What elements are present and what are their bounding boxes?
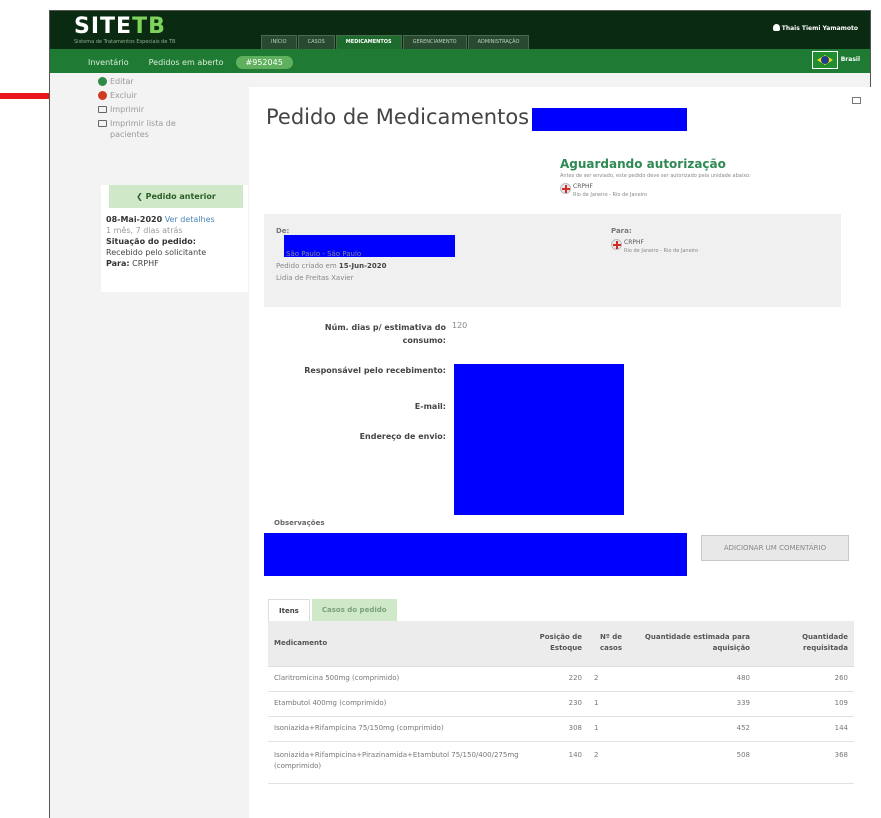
app-logo-subtitle: Sistema de Tratamentos Especiais de TB (74, 39, 176, 45)
order-actions: Editar Excluir Imprimir Imprimir lista d… (98, 76, 178, 143)
printer-icon (98, 106, 107, 113)
order-to-label: Para: (106, 259, 130, 268)
tab-casos-do-pedido[interactable]: Casos do pedido (311, 599, 397, 621)
requested-quantity: 109 (756, 691, 854, 717)
redacted-observations (264, 533, 687, 576)
requested-quantity: 144 (756, 716, 854, 742)
redacted-recipient-info (454, 364, 624, 515)
order-status-value: Recebido pelo solicitante (106, 248, 207, 257)
nav-tab-administracao[interactable]: Administração (467, 35, 530, 49)
column-header: Posição de Estoque (530, 621, 588, 667)
stock-position: 140 (530, 741, 588, 784)
previous-order-button[interactable]: ❮ Pedido anterior (109, 185, 243, 208)
sender-details: São Paulo - São Paulo Pedido criado em 1… (276, 248, 387, 284)
order-detail-panel: Pedido de Medicamentos # Aguardando auto… (249, 87, 879, 818)
previous-order-date: 08-Mai-2020 (106, 215, 163, 224)
view-details-link[interactable]: Ver detalhes (165, 215, 215, 224)
authorization-status: Aguardando autorização (560, 157, 726, 171)
requested-quantity: 368 (756, 741, 854, 784)
column-header: Quantidade requisitada (756, 621, 854, 667)
edit-action[interactable]: Editar (98, 76, 178, 87)
requested-quantity: 260 (756, 666, 854, 692)
delete-icon (98, 91, 107, 100)
address-label: Endereço de envio: (359, 432, 446, 441)
current-order-pill[interactable]: #952045 (235, 56, 293, 69)
column-header: Nº de casos (588, 621, 628, 667)
app-logo[interactable]: SITETB (74, 14, 166, 39)
from-to-panel: De: São Paulo - São Paulo Pedido criado … (264, 214, 841, 307)
sub-navbar: Inventário Pedidos em aberto #952045 Bra… (50, 49, 870, 73)
medication-name: Etambutol 400mg (comprimido) (268, 691, 530, 717)
print-icon[interactable] (852, 97, 861, 104)
case-count: 1 (588, 716, 628, 742)
nav-tab-inicio[interactable]: Início (261, 35, 297, 49)
previous-order-box: ❮ Pedido anterior 08-Mai-2020 Ver detalh… (101, 185, 248, 292)
order-status-label: Situação do pedido: (106, 237, 196, 246)
add-comment-button[interactable]: Adicionar um comentário (701, 535, 849, 561)
authorizing-unit-location: Rio de Janeiro - Rio de Janeiro (573, 192, 648, 198)
destination-unit-location: Rio de Janeiro - Rio de Janeiro (624, 248, 699, 254)
tab-itens[interactable]: Itens (268, 599, 310, 621)
order-tabs: Itens Casos do pedido (268, 599, 399, 621)
print-action[interactable]: Imprimir (98, 104, 178, 115)
stock-position: 230 (530, 691, 588, 717)
estimated-quantity: 339 (628, 691, 756, 717)
medication-name: Isoniazida+Rifampicina 75/150mg (comprim… (268, 716, 530, 742)
medication-table: Medicamento Posição de Estoque Nº de cas… (268, 621, 854, 784)
estimate-days-label: Núm. dias p/ estimativa do consumo: (324, 323, 446, 345)
top-navbar: SITETB Sistema de Tratamentos Especiais … (50, 11, 870, 49)
user-icon (772, 24, 780, 31)
estimate-days-value: 120 (452, 321, 468, 330)
table-row: Claritromicina 500mg (comprimido) 220 2 … (268, 666, 854, 692)
authorizing-unit: CRPHF Rio de Janeiro - Rio de Janeiro (560, 183, 647, 199)
case-count: 2 (588, 666, 628, 692)
main-nav: Início Casos Medicamentos Gerenciamento … (261, 35, 530, 49)
observations-label: Observações (274, 519, 325, 527)
nav-tab-casos[interactable]: Casos (297, 35, 335, 49)
subnav-link-inventario[interactable]: Inventário (88, 58, 129, 67)
authorizing-unit-name: CRPHF (573, 183, 593, 190)
user-menu[interactable]: Thais Tiemi Yamamoto (772, 24, 858, 32)
printer-icon (98, 120, 107, 127)
print-patients-action[interactable]: Imprimir lista de pacientes (98, 118, 178, 140)
previous-order-elapsed: 1 mês, 7 dias atrás (106, 226, 183, 235)
created-by: Lidia de Freitas Xavier (276, 274, 354, 282)
page-title: Pedido de Medicamentos # (266, 105, 554, 129)
delete-action[interactable]: Excluir (98, 90, 178, 101)
stock-position: 220 (530, 666, 588, 692)
order-to-value: CRPHF (132, 259, 159, 268)
table-row: Isoniazida+Rifampicina 75/150mg (comprim… (268, 716, 854, 742)
column-header: Quantidade estimada para aquisição (628, 621, 756, 667)
column-header: Medicamento (268, 621, 530, 667)
table-row: Isoniazida+Rifampicina+Pirazinamida+Etam… (268, 741, 854, 784)
stock-position: 308 (530, 716, 588, 742)
health-unit-icon (560, 183, 571, 194)
country-label[interactable]: Brasil (841, 56, 860, 63)
to-label: Para: (611, 227, 632, 235)
authorization-note: Antes de ser enviado, este pedido deve s… (560, 173, 751, 179)
edit-icon (98, 77, 107, 86)
nav-tab-gerenciamento[interactable]: Gerenciamento (402, 35, 467, 49)
case-count: 1 (588, 691, 628, 717)
medication-name: Isoniazida+Rifampicina+Pirazinamida+Etam… (268, 741, 530, 784)
estimated-quantity: 452 (628, 716, 756, 742)
health-unit-icon (611, 239, 622, 250)
medication-name: Claritromicina 500mg (comprimido) (268, 666, 530, 692)
estimated-quantity: 480 (628, 666, 756, 692)
responsible-label: Responsável pelo recebimento: (304, 366, 446, 375)
nav-tab-medicamentos[interactable]: Medicamentos (335, 35, 402, 49)
redacted-order-number (532, 108, 687, 131)
case-count: 2 (588, 741, 628, 784)
destination-unit-name: CRPHF (624, 239, 644, 246)
brazil-flag-icon[interactable] (812, 51, 838, 69)
email-label: E-mail: (414, 402, 446, 411)
from-label: De: (276, 227, 290, 235)
destination-unit: CRPHF Rio de Janeiro - Rio de Janeiro (611, 239, 698, 255)
table-row: Etambutol 400mg (comprimido) 230 1 339 1… (268, 691, 854, 717)
subnav-link-pedidos-em-aberto[interactable]: Pedidos em aberto (149, 58, 224, 67)
sender-location: São Paulo - São Paulo (286, 250, 362, 258)
created-line: Pedido criado em 15-Jun-2020 (276, 262, 387, 270)
estimated-quantity: 508 (628, 741, 756, 784)
